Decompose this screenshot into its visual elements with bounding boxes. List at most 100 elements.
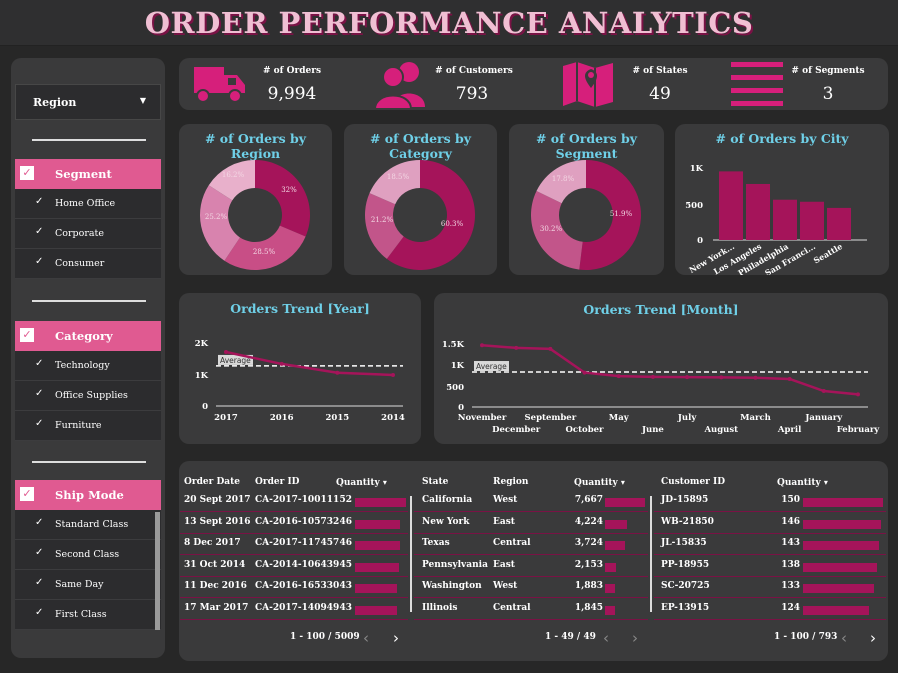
quantity-bar [605,541,625,550]
trend-point[interactable] [514,345,519,350]
trend-point[interactable] [616,374,621,379]
city-bar[interactable] [719,171,743,240]
ship-mode-option[interactable]: ✓ Same Day [15,570,161,600]
col-header-region[interactable]: Region [493,477,528,487]
y-tick-label: 2K [195,339,209,349]
segment-option[interactable]: ✓ Consumer [15,249,161,279]
check-icon: ✓ [35,607,44,618]
region-dropdown[interactable]: Region ▼ [15,84,161,120]
region-donut-chart: 32% 28.5% 25.2% 16.2% [200,160,310,270]
y-tick-label: 0 [202,402,208,412]
scrollbar[interactable] [155,512,160,630]
row-divider [180,554,408,555]
col-header-customer-id[interactable]: Customer ID [661,477,725,487]
quantity-bar [803,498,883,507]
prev-page-icon[interactable]: ‹ [841,629,847,647]
trend-point[interactable] [279,361,284,366]
ship-mode-option[interactable]: ✓ Standard Class [15,510,161,540]
trend-point[interactable] [548,346,553,351]
table-cell: SC-20725 [661,581,710,591]
row-divider [654,575,886,577]
dashboard-header: ORDER PERFORMANCE ANALYTICS [0,0,898,46]
table-cell: 45 [339,559,352,570]
city-bar[interactable] [800,201,824,240]
quantity-bar [605,605,615,615]
table-cell: West [493,581,518,591]
y-tick-label: 500 [446,383,464,393]
trend-point[interactable] [856,392,860,397]
col-header-quantity[interactable]: Quantity ▾ [574,477,625,488]
col-header-state[interactable]: State [422,477,448,487]
trend-point[interactable] [391,372,395,377]
city-bar[interactable] [773,199,797,240]
city-bar[interactable] [827,207,851,240]
table-cell: New York [422,516,470,527]
col-header-quantity[interactable]: Quantity ▾ [336,477,387,488]
ship-mode-option[interactable]: ✓ Second Class [15,540,161,570]
kpi-customers-value: 793 [455,84,489,104]
row-divider [414,532,648,534]
kpi-orders-value: 9,994 [267,84,317,104]
col-header-order-date[interactable]: Order Date [184,477,240,487]
donut-slice[interactable] [255,160,310,237]
ship-mode-option[interactable]: ✓ First Class [15,600,161,630]
row-divider [414,511,648,512]
kpi-segments-label: # of Segments [791,66,865,76]
segment-option[interactable]: ✓ Corporate [15,219,161,249]
option-label: Furniture [55,420,102,431]
check-icon: ✓ [35,226,44,237]
average-label: Average [476,362,507,371]
option-label: Office Supplies [55,390,128,401]
category-option[interactable]: ✓ Furniture [15,411,161,441]
table-cell: PP-18955 [661,559,710,570]
segment-option[interactable]: ✓ Home Office [15,189,161,219]
category-option[interactable]: ✓ Office Supplies [15,381,161,411]
checkbox-checked-icon[interactable]: ✓ [20,166,34,180]
slice-label: 18.5% [387,173,410,181]
trend-point[interactable] [685,375,690,380]
trend-point[interactable] [787,376,792,381]
trend-point[interactable] [335,370,340,375]
table-cell: 150 [781,495,800,505]
trend-point[interactable] [582,370,587,375]
x-tick-label: February [837,425,881,435]
prev-page-icon[interactable]: ‹ [363,629,369,647]
next-page-icon[interactable]: › [870,629,876,647]
slice-label: 21.2% [371,216,394,224]
row-divider [180,597,408,598]
checkbox-checked-icon[interactable]: ✓ [20,487,34,501]
table-cell: 138 [781,559,800,570]
next-page-icon[interactable]: › [632,629,638,647]
table-cell: 8 Dec 2017 [184,538,241,548]
next-page-icon[interactable]: › [393,629,399,647]
table-cell: 1,845 [574,602,603,613]
quantity-bar [803,519,881,529]
col-header-quantity[interactable]: Quantity ▾ [777,477,828,488]
city-bar[interactable] [746,183,770,240]
quantity-bar [803,605,870,615]
category-filter-header[interactable]: ✓ Category [15,321,161,351]
trend-point[interactable] [650,374,655,379]
quantity-bar [605,519,627,529]
table-cell: 13 Sept 2016 [184,516,251,527]
check-icon: ✓ [35,256,44,267]
x-tick-label: January [804,413,843,423]
segment-donut-panel: # of Orders by Segment 51.9% 30.2% 17.8% [509,124,664,275]
segment-filter-header[interactable]: ✓ Segment [15,159,161,189]
trend-point[interactable] [480,343,484,348]
quantity-bar [803,541,879,550]
option-label: Second Class [55,549,120,560]
trend-point[interactable] [224,350,228,355]
trend-point[interactable] [821,388,826,393]
trend-point[interactable] [753,375,758,380]
segment-donut-chart: 51.9% 30.2% 17.8% [531,160,641,270]
category-option[interactable]: ✓ Technology [15,351,161,381]
ship-mode-filter-header[interactable]: ✓ Ship Mode [15,480,161,510]
quantity-bar [803,562,877,572]
trend-point[interactable] [719,375,724,380]
prev-page-icon[interactable]: ‹ [603,629,609,647]
y-tick-label: 0 [697,236,703,246]
table-cell: JD-15895 [661,495,709,505]
col-header-order-id[interactable]: Order ID [255,477,300,487]
checkbox-checked-icon[interactable]: ✓ [20,328,34,342]
